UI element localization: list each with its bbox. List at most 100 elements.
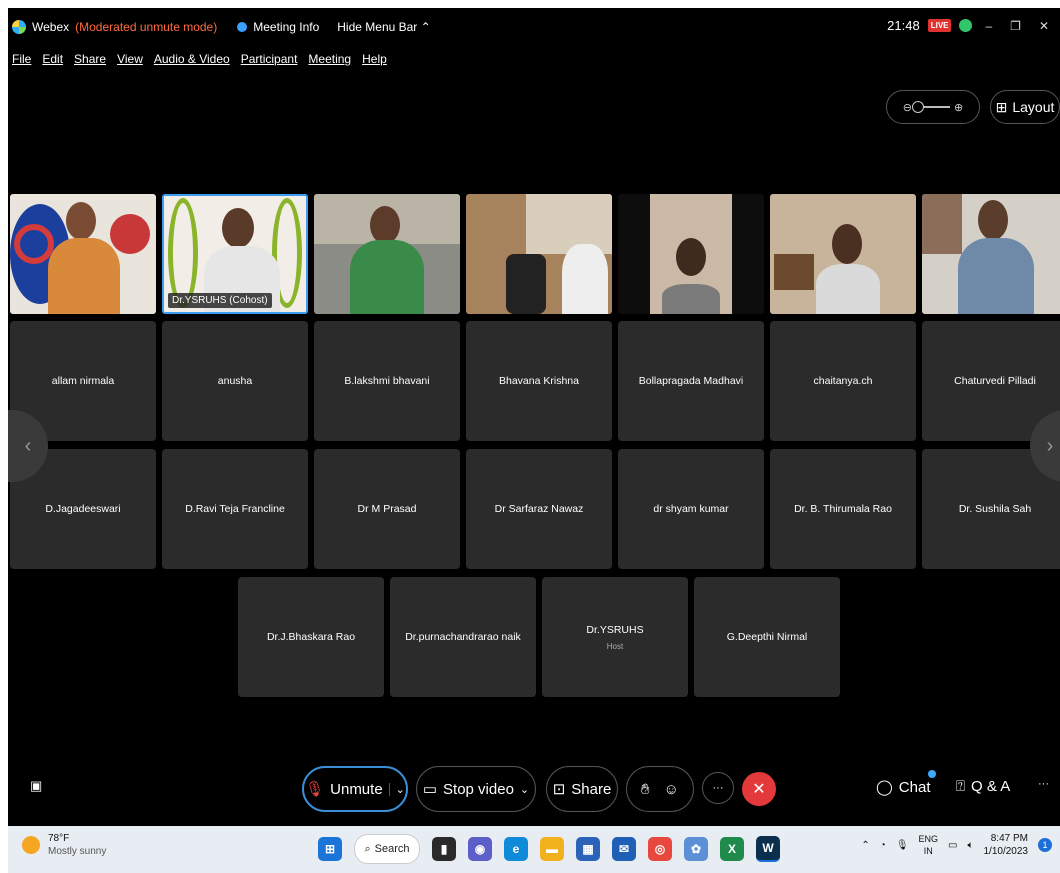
reaction-icon[interactable]: ☺ <box>664 781 679 798</box>
live-badge: LIVE <box>927 19 952 32</box>
raise-hand-icon[interactable]: ✋︎ <box>641 781 650 798</box>
unmute-button[interactable]: 🎙︎ Unmute ⌄ <box>302 766 408 812</box>
participant-tile[interactable]: Dr M Prasad <box>314 449 460 569</box>
share-button[interactable]: ⊡ Share <box>546 766 618 812</box>
menu-meeting[interactable]: Meeting <box>308 52 351 66</box>
zoom-out-icon[interactable]: ⊖ <box>903 101 912 114</box>
weather-widget[interactable]: 78°F Mostly sunny <box>22 832 106 858</box>
file-explorer-icon[interactable]: ▬ <box>540 837 564 861</box>
participant-tile[interactable]: Dr.purnachandrarao naik <box>390 577 536 697</box>
zoom-track[interactable] <box>912 101 950 113</box>
network-icon[interactable]: ◔ <box>880 840 886 851</box>
meeting-info-link[interactable]: Meeting Info <box>253 20 319 34</box>
participant-tile[interactable]: chaitanya.ch <box>770 321 916 441</box>
participant-tile[interactable]: dr shyam kumar <box>618 449 764 569</box>
status-icon[interactable] <box>959 19 973 32</box>
participant-tile[interactable]: Dr.J.Bhaskara Rao <box>238 577 384 697</box>
notification-badge[interactable]: 1 <box>1038 838 1052 852</box>
info-icon[interactable] <box>237 22 248 32</box>
task-view-icon[interactable]: ▮ <box>432 837 456 861</box>
participant-tile[interactable]: G.Deepthi Nirmal <box>694 577 840 697</box>
display-icon[interactable]: ▭ <box>948 840 957 851</box>
chevron-up-icon[interactable]: ⌃ <box>861 840 869 851</box>
participant-name: Chaturvedi Pilladi <box>954 375 1036 387</box>
participant-name: G.Deepthi Nirmal <box>726 631 808 643</box>
video-tile[interactable] <box>922 194 1060 314</box>
end-meeting-button[interactable]: ✕ <box>742 772 776 806</box>
participant-tile[interactable]: Bhavana Krishna <box>466 321 612 441</box>
more-icon: ··· <box>712 782 724 794</box>
title-left: Webex (Moderated unmute mode) Meeting In… <box>12 20 431 34</box>
chat-bubble-icon: ◯ <box>876 779 893 796</box>
video-tile[interactable] <box>770 194 916 314</box>
caption-icon[interactable]: ▣ <box>30 778 42 794</box>
menu-edit[interactable]: Edit <box>42 52 63 66</box>
zoom-in-icon[interactable]: ⊕ <box>954 101 963 114</box>
video-tile[interactable] <box>466 194 612 314</box>
layout-label: Layout <box>1012 99 1055 115</box>
weather-sun-icon <box>22 836 40 854</box>
person-head <box>66 202 96 240</box>
chrome-icon[interactable]: ◎ <box>648 837 672 861</box>
edge-browser-icon[interactable]: e <box>504 837 528 861</box>
hide-menu-bar-button[interactable]: Hide Menu Bar ⌃ <box>337 20 430 34</box>
menu-participant[interactable]: Participant <box>241 52 298 66</box>
chat-button[interactable]: ◯ Chat <box>876 778 930 797</box>
participant-name-tag: Dr.YSRUHS (Cohost) <box>168 293 272 308</box>
menu-file[interactable]: File <box>12 52 31 66</box>
close-window-icon[interactable]: ✕ <box>1034 19 1054 33</box>
participant-tile[interactable]: Dr Sarfaraz Nawaz <box>466 449 612 569</box>
menu-share[interactable]: Share <box>74 52 106 66</box>
language-indicator[interactable]: ENG IN <box>919 833 939 857</box>
participant-tile[interactable]: Dr. B. Thirumala Rao <box>770 449 916 569</box>
weather-condition: Mostly sunny <box>48 846 107 857</box>
share-label: Share <box>571 780 612 798</box>
participant-tile-host[interactable]: Dr.YSRUHS Host <box>542 577 688 697</box>
stop-video-button[interactable]: ▭ Stop video ⌄ <box>416 766 536 812</box>
more-icon: ··· <box>1038 778 1049 790</box>
more-options-button[interactable]: ··· <box>702 772 734 804</box>
participant-tile[interactable]: Bollapragada Madhavi <box>618 321 764 441</box>
reactions-group: ✋︎ ☺ <box>626 766 694 812</box>
overflow-menu-button[interactable]: ··· <box>1038 778 1049 790</box>
participant-tile[interactable]: anusha <box>162 321 308 441</box>
restore-icon[interactable]: ❐ <box>1005 19 1026 33</box>
participant-name: Dr. B. Thirumala Rao <box>794 503 892 515</box>
excel-icon[interactable]: X <box>720 837 744 861</box>
clock-time: 21:48 <box>887 18 920 33</box>
qa-button[interactable]: ⍰ Q & A <box>956 778 1010 795</box>
video-tile[interactable] <box>10 194 156 314</box>
webex-taskbar-icon[interactable]: W <box>756 836 780 862</box>
video-tile-host[interactable]: Dr.YSRUHS (Cohost) <box>162 194 308 314</box>
participant-name: D.Ravi Teja Francline <box>185 503 285 515</box>
menu-help[interactable]: Help <box>362 52 387 66</box>
taskbar-apps: ⊞ ⌕ Search ▮ ◉ e ▬ ▦ ✉ ◎ ✿ X W <box>318 834 780 864</box>
participant-tile[interactable]: D.Ravi Teja Francline <box>162 449 308 569</box>
close-icon: ✕ <box>752 781 766 798</box>
tile-zoom-slider[interactable]: ⊖ ⊕ <box>886 90 980 124</box>
weather-text: 78°F Mostly sunny <box>48 832 106 858</box>
menu-audio-video[interactable]: Audio & Video <box>154 52 230 66</box>
participant-name: chaitanya.ch <box>813 375 873 387</box>
windows-start-icon[interactable]: ⊞ <box>318 837 342 861</box>
chevron-down-icon[interactable]: ⌄ <box>520 783 529 796</box>
menu-view[interactable]: View <box>117 52 143 66</box>
layout-button[interactable]: ⊞ Layout <box>990 90 1060 124</box>
chevron-down-icon[interactable]: ⌄ <box>388 782 405 796</box>
store-icon[interactable]: ▦ <box>576 837 600 861</box>
video-tile[interactable] <box>618 194 764 314</box>
windows-taskbar: 78°F Mostly sunny ⊞ ⌕ Search ▮ ◉ e ▬ ▦ ✉… <box>8 826 1060 873</box>
search-icon: ⌕ <box>364 842 371 855</box>
volume-icon[interactable]: 🔈︎ <box>968 840 974 851</box>
taskbar-search[interactable]: ⌕ Search <box>354 834 420 864</box>
photos-icon[interactable]: ✿ <box>684 837 708 861</box>
minimize-icon[interactable]: – <box>980 19 997 33</box>
participant-name: allam nirmala <box>51 375 115 387</box>
mic-muted-tray-icon[interactable]: 🎙︎ <box>896 840 909 851</box>
video-tile[interactable] <box>314 194 460 314</box>
lang-code: ENG <box>918 834 939 844</box>
participant-tile[interactable]: B.lakshmi bhavani <box>314 321 460 441</box>
taskbar-clock[interactable]: 8:47 PM 1/10/2023 <box>984 832 1029 858</box>
teams-chat-icon[interactable]: ◉ <box>468 837 492 861</box>
mail-icon[interactable]: ✉ <box>612 837 636 861</box>
